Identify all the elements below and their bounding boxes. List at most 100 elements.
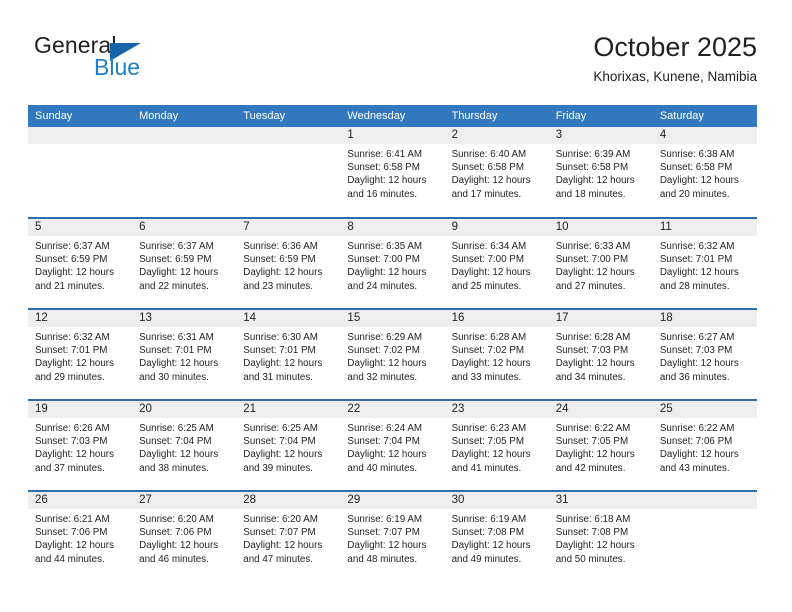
day-cell[interactable]: [132, 127, 237, 218]
day-number: 23: [444, 401, 549, 418]
day-number: 28: [236, 492, 341, 509]
day-cell[interactable]: 15 Sunrise: 6:29 AM Sunset: 7:02 PM Dayl…: [340, 308, 445, 400]
day-cell[interactable]: 28 Sunrise: 6:20 AM Sunset: 7:07 PM Dayl…: [236, 490, 341, 582]
day-details: Sunrise: 6:39 AM Sunset: 6:58 PM Dayligh…: [549, 144, 653, 201]
daylight-text-line2: and 28 minutes.: [659, 280, 730, 292]
day-number: 6: [132, 219, 237, 236]
daylight-text-line2: and 33 minutes.: [451, 371, 522, 383]
day-cell[interactable]: 30 Sunrise: 6:19 AM Sunset: 7:08 PM Dayl…: [444, 490, 549, 582]
daylight-text-line1: Daylight: 12 hours: [347, 449, 427, 461]
sunset-text: Sunset: 7:06 PM: [35, 527, 108, 539]
sunrise-text: Sunrise: 6:29 AM: [347, 332, 423, 343]
daylight-text-line1: Daylight: 12 hours: [35, 267, 114, 279]
daylight-text-line2: and 48 minutes.: [347, 553, 418, 565]
day-cell[interactable]: 6 Sunrise: 6:37 AM Sunset: 6:59 PM Dayli…: [132, 217, 237, 309]
day-cell[interactable]: 3 Sunrise: 6:39 AM Sunset: 6:58 PM Dayli…: [548, 127, 653, 218]
daylight-text-line1: Daylight: 12 hours: [243, 449, 323, 461]
day-cell[interactable]: 27 Sunrise: 6:20 AM Sunset: 7:06 PM Dayl…: [132, 490, 237, 582]
day-details: Sunrise: 6:19 AM Sunset: 7:08 PM Dayligh…: [445, 509, 549, 566]
day-number: 27: [132, 492, 237, 509]
day-cell[interactable]: [236, 127, 341, 218]
daylight-text-line2: and 34 minutes.: [555, 371, 626, 383]
day-cell[interactable]: 19 Sunrise: 6:26 AM Sunset: 7:03 PM Dayl…: [28, 399, 133, 491]
page-header: General Blue October 2025 Khorixas, Kune…: [28, 30, 757, 100]
brand-logo[interactable]: General Blue: [34, 32, 234, 92]
day-cell[interactable]: 5 Sunrise: 6:37 AM Sunset: 6:59 PM Dayli…: [28, 217, 133, 309]
day-cell[interactable]: [652, 490, 757, 582]
daylight-text-line2: and 27 minutes.: [555, 280, 626, 292]
day-cell[interactable]: 8 Sunrise: 6:35 AM Sunset: 7:00 PM Dayli…: [340, 217, 445, 309]
day-cell[interactable]: 18 Sunrise: 6:27 AM Sunset: 7:03 PM Dayl…: [652, 308, 757, 400]
day-cell[interactable]: 10 Sunrise: 6:33 AM Sunset: 7:00 PM Dayl…: [548, 217, 653, 309]
sunrise-text: Sunrise: 6:18 AM: [555, 514, 631, 525]
weekday-header-monday: Monday: [132, 105, 237, 127]
calendar-week-row: 1 Sunrise: 6:41 AM Sunset: 6:58 PM Dayli…: [28, 127, 757, 218]
day-cell[interactable]: 20 Sunrise: 6:25 AM Sunset: 7:04 PM Dayl…: [132, 399, 237, 491]
day-cell[interactable]: 24 Sunrise: 6:22 AM Sunset: 7:05 PM Dayl…: [548, 399, 653, 491]
day-cell[interactable]: 12 Sunrise: 6:32 AM Sunset: 7:01 PM Dayl…: [28, 308, 133, 400]
day-cell[interactable]: 14 Sunrise: 6:30 AM Sunset: 7:01 PM Dayl…: [236, 308, 341, 400]
day-cell[interactable]: 11 Sunrise: 6:32 AM Sunset: 7:01 PM Dayl…: [652, 217, 757, 309]
sunset-text: Sunset: 7:07 PM: [347, 527, 420, 539]
day-number: 9: [444, 219, 549, 236]
day-cell[interactable]: 31 Sunrise: 6:18 AM Sunset: 7:08 PM Dayl…: [548, 490, 653, 582]
day-details: Sunrise: 6:22 AM Sunset: 7:06 PM Dayligh…: [653, 418, 757, 475]
day-cell[interactable]: 29 Sunrise: 6:19 AM Sunset: 7:07 PM Dayl…: [340, 490, 445, 582]
sunset-text: Sunset: 6:58 PM: [451, 162, 524, 174]
day-cell[interactable]: 25 Sunrise: 6:22 AM Sunset: 7:06 PM Dayl…: [652, 399, 757, 491]
sunset-text: Sunset: 7:06 PM: [659, 436, 733, 448]
daylight-text-line2: and 47 minutes.: [243, 553, 313, 565]
day-details: Sunrise: 6:26 AM Sunset: 7:03 PM Dayligh…: [28, 418, 132, 475]
day-details: Sunrise: 6:41 AM Sunset: 6:58 PM Dayligh…: [340, 144, 444, 201]
daylight-text-line1: Daylight: 12 hours: [451, 358, 531, 370]
day-cell[interactable]: 22 Sunrise: 6:24 AM Sunset: 7:04 PM Dayl…: [340, 399, 445, 491]
weekday-header-wednesday: Wednesday: [340, 105, 445, 127]
day-number: [132, 127, 237, 144]
brand-name-blue: Blue: [94, 54, 141, 80]
day-details: Sunrise: 6:38 AM Sunset: 6:58 PM Dayligh…: [653, 144, 757, 201]
sunrise-text: Sunrise: 6:31 AM: [139, 332, 214, 343]
day-number: 14: [236, 310, 341, 327]
sunrise-text: Sunrise: 6:36 AM: [243, 241, 318, 252]
day-number: [236, 127, 341, 144]
sunrise-text: Sunrise: 6:39 AM: [555, 149, 631, 160]
day-cell[interactable]: 2 Sunrise: 6:40 AM Sunset: 6:58 PM Dayli…: [444, 127, 549, 218]
day-number: 31: [548, 492, 653, 509]
sunset-text: Sunset: 7:00 PM: [451, 254, 524, 266]
daylight-text-line1: Daylight: 12 hours: [555, 540, 635, 552]
day-cell[interactable]: 4 Sunrise: 6:38 AM Sunset: 6:58 PM Dayli…: [652, 127, 757, 218]
day-details: Sunrise: 6:32 AM Sunset: 7:01 PM Dayligh…: [653, 236, 757, 293]
sunset-text: Sunset: 7:07 PM: [243, 527, 316, 539]
day-details: Sunrise: 6:35 AM Sunset: 7:00 PM Dayligh…: [340, 236, 444, 293]
daylight-text-line1: Daylight: 12 hours: [35, 358, 114, 370]
day-details: Sunrise: 6:31 AM Sunset: 7:01 PM Dayligh…: [132, 327, 236, 384]
day-cell[interactable]: 1 Sunrise: 6:41 AM Sunset: 6:58 PM Dayli…: [340, 127, 445, 218]
day-cell[interactable]: 23 Sunrise: 6:23 AM Sunset: 7:05 PM Dayl…: [444, 399, 549, 491]
day-cell[interactable]: [28, 127, 133, 218]
sunrise-text: Sunrise: 6:26 AM: [35, 423, 110, 434]
day-details: [653, 509, 757, 513]
day-number: 11: [652, 219, 757, 236]
daylight-text-line2: and 39 minutes.: [243, 462, 313, 474]
calendar-body: 1 Sunrise: 6:41 AM Sunset: 6:58 PM Dayli…: [28, 127, 757, 582]
day-cell[interactable]: 26 Sunrise: 6:21 AM Sunset: 7:06 PM Dayl…: [28, 490, 133, 582]
day-details: Sunrise: 6:21 AM Sunset: 7:06 PM Dayligh…: [28, 509, 132, 566]
daylight-text-line1: Daylight: 12 hours: [139, 449, 219, 461]
day-cell[interactable]: 16 Sunrise: 6:28 AM Sunset: 7:02 PM Dayl…: [444, 308, 549, 400]
day-cell[interactable]: 13 Sunrise: 6:31 AM Sunset: 7:01 PM Dayl…: [132, 308, 237, 400]
sunrise-text: Sunrise: 6:37 AM: [139, 241, 214, 252]
day-cell[interactable]: 17 Sunrise: 6:28 AM Sunset: 7:03 PM Dayl…: [548, 308, 653, 400]
daylight-text-line1: Daylight: 12 hours: [451, 267, 531, 279]
day-number: 5: [28, 219, 133, 236]
day-number: 22: [340, 401, 445, 418]
day-cell[interactable]: 21 Sunrise: 6:25 AM Sunset: 7:04 PM Dayl…: [236, 399, 341, 491]
day-number: 18: [652, 310, 757, 327]
daylight-text-line2: and 30 minutes.: [139, 371, 209, 383]
day-cell[interactable]: 9 Sunrise: 6:34 AM Sunset: 7:00 PM Dayli…: [444, 217, 549, 309]
day-number: 24: [548, 401, 653, 418]
day-cell[interactable]: 7 Sunrise: 6:36 AM Sunset: 6:59 PM Dayli…: [236, 217, 341, 309]
day-details: Sunrise: 6:34 AM Sunset: 7:00 PM Dayligh…: [445, 236, 549, 293]
calendar-week-row: 12 Sunrise: 6:32 AM Sunset: 7:01 PM Dayl…: [28, 308, 757, 400]
day-number: 25: [652, 401, 757, 418]
day-number: 7: [236, 219, 341, 236]
